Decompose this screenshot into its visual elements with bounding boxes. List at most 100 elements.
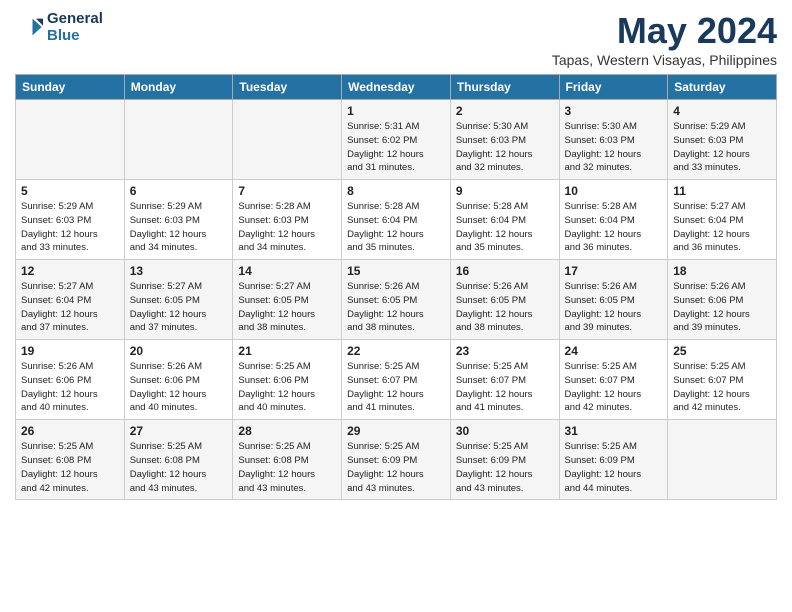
calendar-cell: 14 Sunrise: 5:27 AMSunset: 6:05 PMDayligh… xyxy=(233,260,342,340)
calendar-cell: 3Sunrise: 5:30 AMSunset: 6:03 PMDaylight… xyxy=(559,100,668,180)
weekday-thursday: Thursday xyxy=(450,75,559,100)
day-info: Sunrise: 5:26 AMSunset: 6:06 PMDaylight:… xyxy=(21,360,119,415)
day-info: Sunrise: 5:29 AMSunset: 6:03 PMDaylight:… xyxy=(673,120,771,175)
calendar-cell: 17Sunrise: 5:26 AMSunset: 6:05 PMDayligh… xyxy=(559,260,668,340)
weekday-header-row: SundayMondayTuesdayWednesdayThursdayFrid… xyxy=(16,75,777,100)
day-number: 13 xyxy=(130,264,228,278)
calendar-cell: 11Sunrise: 5:27 AMSunset: 6:04 PMDayligh… xyxy=(668,180,777,260)
weekday-friday: Friday xyxy=(559,75,668,100)
day-info: Sunrise: 5:26 AMSunset: 6:05 PMDaylight:… xyxy=(347,280,445,335)
day-info: Sunrise: 5:29 AMSunset: 6:03 PMDaylight:… xyxy=(130,200,228,255)
day-info: Sunrise: 5:27 AMSunset: 6:05 PMDaylight:… xyxy=(238,280,336,335)
calendar-cell xyxy=(16,100,125,180)
week-row-5: 26Sunrise: 5:25 AMSunset: 6:08 PMDayligh… xyxy=(16,420,777,500)
weekday-saturday: Saturday xyxy=(668,75,777,100)
day-info: Sunrise: 5:25 AMSunset: 6:09 PMDaylight:… xyxy=(565,440,663,495)
day-info: Sunrise: 5:28 AMSunset: 6:04 PMDaylight:… xyxy=(456,200,554,255)
page-header: General Blue May 2024 Tapas, Western Vis… xyxy=(15,10,777,68)
calendar-cell: 19 Sunrise: 5:26 AMSunset: 6:06 PMDayligh… xyxy=(16,340,125,420)
day-number: 10 xyxy=(565,184,663,198)
calendar-cell: 20 Sunrise: 5:26 AMSunset: 6:06 PMDayligh… xyxy=(124,340,233,420)
calendar-cell: 15 Sunrise: 5:26 AMSunset: 6:05 PMDayligh… xyxy=(342,260,451,340)
location: Tapas, Western Visayas, Philippines xyxy=(552,52,777,68)
calendar-cell: 4 Sunrise: 5:29 AMSunset: 6:03 PMDaylight… xyxy=(668,100,777,180)
day-info: Sunrise: 5:29 AMSunset: 6:03 PMDaylight:… xyxy=(21,200,119,255)
day-info: Sunrise: 5:25 AMSunset: 6:09 PMDaylight:… xyxy=(456,440,554,495)
day-info: Sunrise: 5:27 AMSunset: 6:04 PMDaylight:… xyxy=(673,200,771,255)
day-number: 2 xyxy=(456,104,554,118)
day-info: Sunrise: 5:31 AMSunset: 6:02 PMDaylight:… xyxy=(347,120,445,175)
calendar-cell xyxy=(668,420,777,500)
day-number: 14 xyxy=(238,264,336,278)
day-number: 15 xyxy=(347,264,445,278)
calendar-cell: 21 Sunrise: 5:25 AMSunset: 6:06 PMDayligh… xyxy=(233,340,342,420)
month-title: May 2024 xyxy=(552,10,777,52)
calendar-cell: 28Sunrise: 5:25 AMSunset: 6:08 PMDayligh… xyxy=(233,420,342,500)
day-info: Sunrise: 5:26 AMSunset: 6:06 PMDaylight:… xyxy=(673,280,771,335)
day-info: Sunrise: 5:28 AMSunset: 6:04 PMDaylight:… xyxy=(565,200,663,255)
day-info: Sunrise: 5:25 AMSunset: 6:09 PMDaylight:… xyxy=(347,440,445,495)
calendar-cell: 18 Sunrise: 5:26 AMSunset: 6:06 PMDayligh… xyxy=(668,260,777,340)
day-number: 18 xyxy=(673,264,771,278)
day-number: 27 xyxy=(130,424,228,438)
calendar-cell: 1Sunrise: 5:31 AMSunset: 6:02 PMDaylight… xyxy=(342,100,451,180)
weekday-wednesday: Wednesday xyxy=(342,75,451,100)
day-number: 16 xyxy=(456,264,554,278)
day-info: Sunrise: 5:25 AMSunset: 6:08 PMDaylight:… xyxy=(21,440,119,495)
day-info: Sunrise: 5:27 AMSunset: 6:04 PMDaylight:… xyxy=(21,280,119,335)
day-info: Sunrise: 5:25 AMSunset: 6:08 PMDaylight:… xyxy=(238,440,336,495)
day-number: 25 xyxy=(673,344,771,358)
day-number: 24 xyxy=(565,344,663,358)
week-row-2: 5 Sunrise: 5:29 AMSunset: 6:03 PMDaylight… xyxy=(16,180,777,260)
calendar-cell: 6 Sunrise: 5:29 AMSunset: 6:03 PMDaylight… xyxy=(124,180,233,260)
calendar-cell: 12 Sunrise: 5:27 AMSunset: 6:04 PMDayligh… xyxy=(16,260,125,340)
day-number: 6 xyxy=(130,184,228,198)
day-number: 22 xyxy=(347,344,445,358)
logo-text: General Blue xyxy=(47,10,103,44)
day-number: 21 xyxy=(238,344,336,358)
logo-icon xyxy=(15,13,43,41)
day-number: 8 xyxy=(347,184,445,198)
calendar-cell: 13 Sunrise: 5:27 AMSunset: 6:05 PMDayligh… xyxy=(124,260,233,340)
calendar-cell: 31 Sunrise: 5:25 AMSunset: 6:09 PMDayligh… xyxy=(559,420,668,500)
title-area: May 2024 Tapas, Western Visayas, Philipp… xyxy=(552,10,777,68)
day-number: 19 xyxy=(21,344,119,358)
day-info: Sunrise: 5:28 AMSunset: 6:04 PMDaylight:… xyxy=(347,200,445,255)
day-info: Sunrise: 5:25 AMSunset: 6:07 PMDaylight:… xyxy=(673,360,771,415)
day-info: Sunrise: 5:26 AMSunset: 6:05 PMDaylight:… xyxy=(565,280,663,335)
day-number: 23 xyxy=(456,344,554,358)
day-info: Sunrise: 5:25 AMSunset: 6:08 PMDaylight:… xyxy=(130,440,228,495)
calendar-body: 1Sunrise: 5:31 AMSunset: 6:02 PMDaylight… xyxy=(16,100,777,500)
calendar-cell: 8 Sunrise: 5:28 AMSunset: 6:04 PMDaylight… xyxy=(342,180,451,260)
day-number: 5 xyxy=(21,184,119,198)
day-number: 9 xyxy=(456,184,554,198)
day-info: Sunrise: 5:30 AMSunset: 6:03 PMDaylight:… xyxy=(456,120,554,175)
calendar-cell: 2 Sunrise: 5:30 AMSunset: 6:03 PMDaylight… xyxy=(450,100,559,180)
calendar-cell: 29 Sunrise: 5:25 AMSunset: 6:09 PMDayligh… xyxy=(342,420,451,500)
day-info: Sunrise: 5:25 AMSunset: 6:06 PMDaylight:… xyxy=(238,360,336,415)
day-number: 20 xyxy=(130,344,228,358)
calendar-cell: 23 Sunrise: 5:25 AMSunset: 6:07 PMDayligh… xyxy=(450,340,559,420)
calendar-cell: 22 Sunrise: 5:25 AMSunset: 6:07 PMDayligh… xyxy=(342,340,451,420)
day-info: Sunrise: 5:27 AMSunset: 6:05 PMDaylight:… xyxy=(130,280,228,335)
day-number: 7 xyxy=(238,184,336,198)
day-info: Sunrise: 5:26 AMSunset: 6:06 PMDaylight:… xyxy=(130,360,228,415)
calendar: SundayMondayTuesdayWednesdayThursdayFrid… xyxy=(15,74,777,500)
day-number: 4 xyxy=(673,104,771,118)
calendar-cell: 30Sunrise: 5:25 AMSunset: 6:09 PMDayligh… xyxy=(450,420,559,500)
weekday-tuesday: Tuesday xyxy=(233,75,342,100)
week-row-3: 12 Sunrise: 5:27 AMSunset: 6:04 PMDayligh… xyxy=(16,260,777,340)
day-number: 3 xyxy=(565,104,663,118)
day-info: Sunrise: 5:25 AMSunset: 6:07 PMDaylight:… xyxy=(456,360,554,415)
day-info: Sunrise: 5:25 AMSunset: 6:07 PMDaylight:… xyxy=(347,360,445,415)
day-number: 31 xyxy=(565,424,663,438)
day-info: Sunrise: 5:25 AMSunset: 6:07 PMDaylight:… xyxy=(565,360,663,415)
weekday-monday: Monday xyxy=(124,75,233,100)
day-number: 12 xyxy=(21,264,119,278)
calendar-cell: 27 Sunrise: 5:25 AMSunset: 6:08 PMDayligh… xyxy=(124,420,233,500)
calendar-cell: 7 Sunrise: 5:28 AMSunset: 6:03 PMDaylight… xyxy=(233,180,342,260)
day-info: Sunrise: 5:28 AMSunset: 6:03 PMDaylight:… xyxy=(238,200,336,255)
calendar-cell: 24 Sunrise: 5:25 AMSunset: 6:07 PMDayligh… xyxy=(559,340,668,420)
day-number: 29 xyxy=(347,424,445,438)
calendar-cell xyxy=(233,100,342,180)
